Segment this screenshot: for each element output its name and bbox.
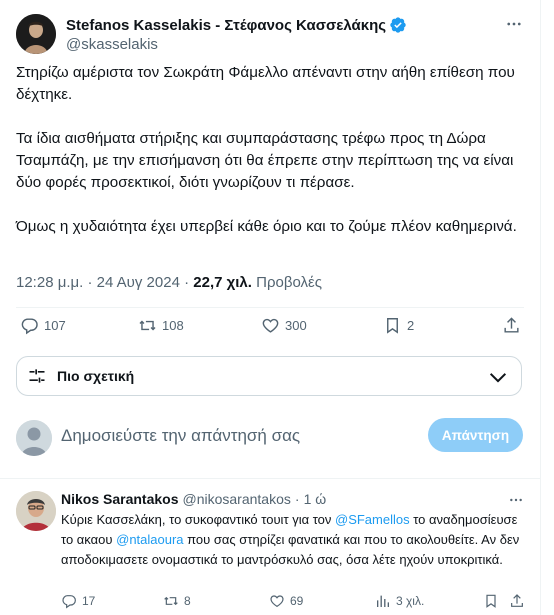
share-button[interactable]: [502, 316, 521, 335]
reply-time[interactable]: 1 ώ: [304, 491, 327, 507]
reply-count: 107: [44, 318, 66, 333]
repost-icon: [139, 320, 156, 331]
sort-replies-dropdown[interactable]: Πιο σχετική: [16, 356, 522, 396]
reply-composer: Δημοσιεύστε την απάντησή σας Απάντηση: [0, 410, 541, 470]
tweet-paragraph: Τα ίδια αισθήματα στήριξης και συμπαράστ…: [16, 130, 514, 191]
author-name[interactable]: Stefanos Kasselakis - Στέφανος Κασσελάκη…: [66, 17, 386, 34]
reply-reply-button[interactable]: 17: [61, 593, 95, 609]
share-icon: [504, 317, 519, 333]
reply-like-button[interactable]: 69: [269, 593, 303, 609]
tweet-paragraph: Όμως η χυδαιότητα έχει υπερβεί κάθε όριο…: [16, 218, 517, 235]
tweet-views-count: 22,7 χιλ.: [193, 274, 252, 291]
bookmark-button[interactable]: 2: [383, 316, 414, 335]
like-count: 300: [285, 318, 307, 333]
reply-repost-count: 8: [184, 594, 191, 608]
tweet-meta: 12:28 μ.μ. · 24 Αυγ 2024 · 22,7 χιλ. Προ…: [16, 274, 322, 291]
reply-submit-button[interactable]: Απάντηση: [428, 418, 523, 452]
reply-text: Κύριε Κασσελάκη, το συκοφαντικό τουιτ γι…: [61, 510, 523, 570]
tweet-text: Στηρίζω αμέριστα τον Σωκράτη Φάμελλο απέ…: [16, 62, 521, 238]
mention-link[interactable]: @SFamellos: [335, 512, 410, 527]
bookmark-icon: [486, 594, 496, 608]
reply-icon: [21, 318, 38, 335]
user-avatar[interactable]: [16, 420, 52, 456]
reply-action-bar: 17 8 69 3 χιλ.: [61, 593, 525, 613]
like-button[interactable]: 300: [261, 316, 307, 335]
reply-input[interactable]: Δημοσιεύστε την απάντησή σας: [61, 426, 300, 446]
sort-label: Πιο σχετική: [57, 368, 135, 384]
tweet-views-label: Προβολές: [251, 274, 322, 291]
author-avatar[interactable]: [16, 14, 56, 54]
author-name-row[interactable]: Stefanos Kasselakis - Στέφανος Κασσελάκη…: [66, 16, 407, 34]
reply-views-button[interactable]: 3 χιλ.: [375, 593, 424, 609]
sliders-icon: [29, 369, 45, 383]
reply-views-count: 3 χιλ.: [396, 594, 425, 608]
reply-more-icon[interactable]: [507, 491, 525, 509]
repost-button[interactable]: 108: [138, 316, 184, 335]
bookmark-count: 2: [407, 318, 415, 333]
reply-button[interactable]: 107: [20, 316, 66, 335]
reply-share-button[interactable]: [509, 593, 525, 609]
mention-link[interactable]: @ntalaoura: [116, 532, 183, 547]
heart-icon: [270, 595, 284, 608]
tweet-header: Stefanos Kasselakis - Στέφανος Κασσελάκη…: [16, 12, 524, 54]
author-handle[interactable]: @skasselakis: [66, 36, 158, 53]
reply-author-name[interactable]: Nikos Sarantakos: [61, 491, 179, 507]
reply-author-handle[interactable]: @nikosarantakos: [183, 491, 291, 507]
separator-dot: ·: [294, 491, 300, 507]
share-icon: [511, 594, 523, 607]
repost-count: 108: [162, 318, 184, 333]
reply-bookmark-button[interactable]: [483, 593, 499, 609]
reply-text-part: Κύριε Κασσελάκη, το συκοφαντικό τουιτ γι…: [61, 512, 335, 527]
tweet-detail-page: Stefanos Kasselakis - Στέφανος Κασσελάκη…: [0, 0, 541, 615]
verified-badge-icon: [390, 17, 406, 33]
reply-reply-count: 17: [82, 594, 96, 608]
reply-author-avatar[interactable]: [16, 491, 56, 531]
chevron-down-icon: [489, 373, 507, 383]
reply-like-count: 69: [290, 594, 304, 608]
tweet-paragraph: Στηρίζω αμέριστα τον Σωκράτη Φάμελλο απέ…: [16, 64, 515, 103]
heart-icon: [262, 318, 279, 333]
divider: [16, 307, 524, 308]
reply-tweet[interactable]: Nikos Sarantakos @nikosarantakos · 1 ώ Κ…: [0, 479, 541, 615]
tweet-timestamp[interactable]: 12:28 μ.μ. · 24 Αυγ 2024 ·: [16, 274, 193, 291]
analytics-icon: [377, 595, 389, 607]
more-options-icon[interactable]: [504, 14, 524, 34]
bookmark-icon: [387, 318, 398, 334]
reply-repost-button[interactable]: 8: [163, 593, 191, 609]
tweet-action-bar: 107 108 300 2: [16, 316, 524, 340]
repost-icon: [164, 596, 178, 606]
reply-icon: [62, 595, 76, 609]
reply-header: Nikos Sarantakos @nikosarantakos · 1 ώ: [61, 491, 326, 507]
